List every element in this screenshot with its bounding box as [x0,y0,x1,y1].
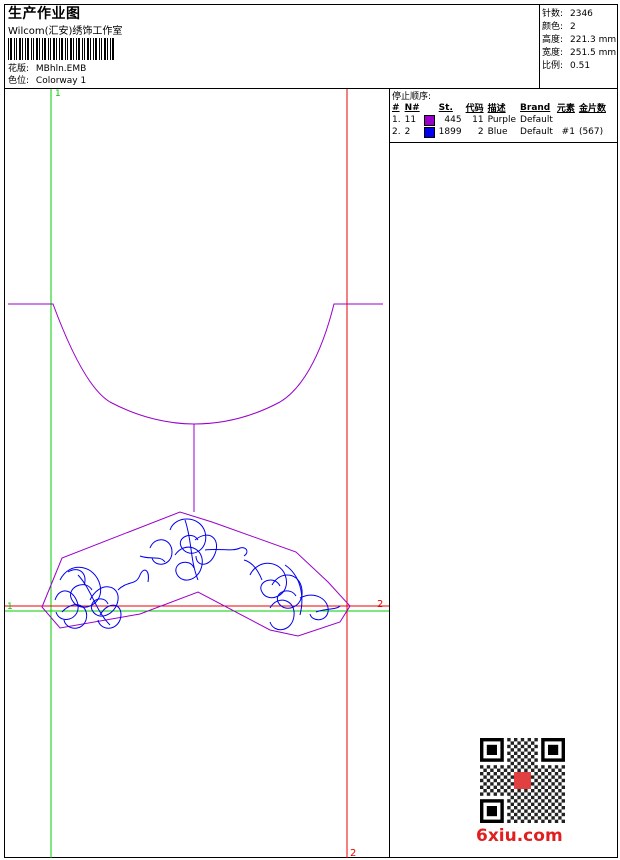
design-canvas: 1 1 2 2 [5,89,389,859]
neckline-outline [8,303,383,425]
embroidery-motif-right [243,559,341,631]
embroidery-motif-left [54,566,149,629]
marker-green-top: 1 [55,89,61,99]
marker-green-left: 1 [7,602,13,612]
marker-red-bottom: 2 [350,848,356,859]
marker-red-right: 2 [377,599,383,610]
embroidery-motif-center [139,518,248,581]
watermark-text: 6xiu.com [476,826,563,846]
